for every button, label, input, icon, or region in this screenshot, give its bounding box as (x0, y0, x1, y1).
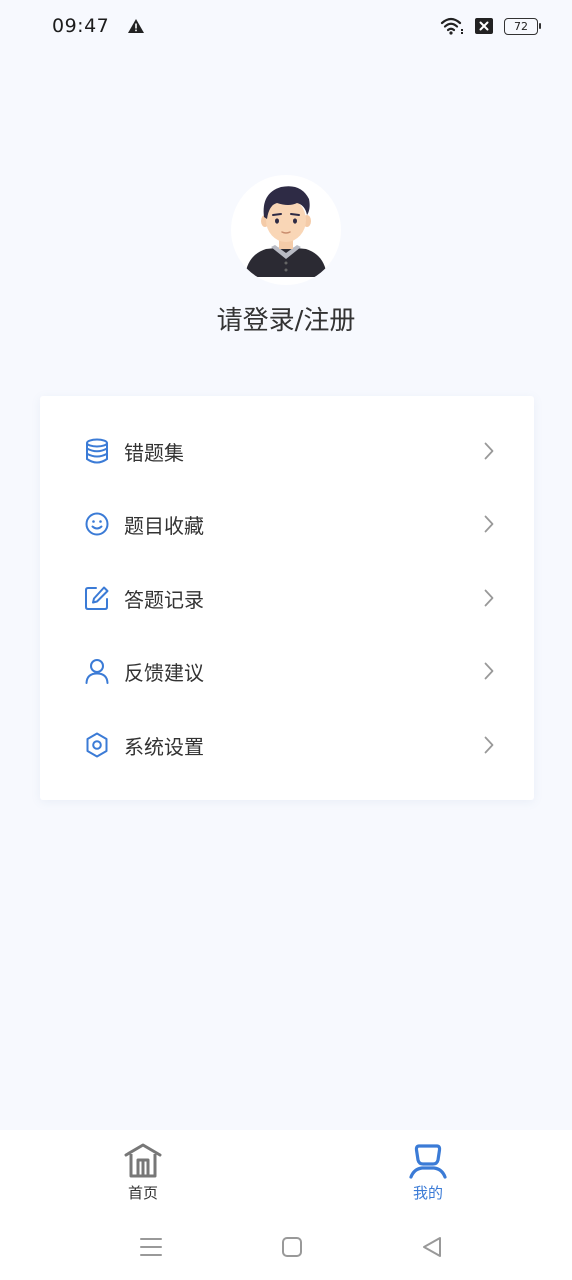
home-square-icon[interactable] (278, 1233, 306, 1261)
wifi-icon (440, 17, 463, 35)
chevron-right-icon (482, 442, 496, 460)
tab-label: 首页 (127, 1184, 158, 1202)
edit-icon (84, 585, 110, 611)
menu-item-answer-records[interactable]: 答题记录 (40, 561, 534, 635)
menu-item-label: 系统设置 (124, 734, 204, 759)
chevron-right-icon (482, 662, 496, 680)
menu-item-feedback[interactable]: 反馈建议 (40, 634, 534, 708)
battery-level: 72 (514, 19, 528, 33)
status-left: 09:47 (52, 15, 145, 37)
menu-item-label: 答题记录 (124, 587, 204, 612)
home-icon (124, 1143, 162, 1178)
tab-mine[interactable]: 我的 (368, 1130, 488, 1216)
avatar[interactable] (231, 175, 341, 285)
login-register-link[interactable]: 请登录/注册 (0, 300, 572, 337)
menu-card: 错题集 题目收藏 答题记录 反馈建议 系统设置 (40, 396, 534, 800)
chevron-right-icon (482, 736, 496, 754)
menu-icon[interactable] (137, 1233, 165, 1261)
user-icon (409, 1144, 447, 1179)
sim-blocked-icon (475, 18, 493, 34)
database-icon (84, 438, 110, 464)
system-navigation-bar (0, 1216, 572, 1280)
status-bar: 09:47 72 (0, 0, 572, 52)
person-icon (84, 658, 110, 684)
menu-item-label: 错题集 (124, 440, 184, 465)
menu-item-wrong-questions[interactable]: 错题集 (40, 414, 534, 488)
menu-item-label: 反馈建议 (124, 660, 204, 685)
tab-label: 我的 (412, 1184, 443, 1202)
status-time: 09:47 (52, 15, 110, 37)
settings-gear-icon (84, 732, 110, 758)
back-triangle-icon[interactable] (418, 1233, 446, 1261)
user-avatar-illustration (245, 186, 327, 277)
tab-home[interactable]: 首页 (83, 1130, 203, 1216)
bottom-tab-bar: 首页 我的 (0, 1130, 572, 1216)
status-right: 72 (440, 17, 541, 35)
profile-page: 09:47 72 请登录/注册 错题集 题目收藏 答题记录 反馈建议 系统设置 … (0, 0, 572, 1280)
chevron-right-icon (482, 589, 496, 607)
battery-icon: 72 (504, 17, 541, 35)
menu-item-settings[interactable]: 系统设置 (40, 708, 534, 782)
chevron-right-icon (482, 515, 496, 533)
smile-icon (84, 511, 110, 537)
alert-triangle-icon (128, 19, 145, 33)
menu-item-label: 题目收藏 (124, 513, 204, 538)
menu-item-favorites[interactable]: 题目收藏 (40, 487, 534, 561)
